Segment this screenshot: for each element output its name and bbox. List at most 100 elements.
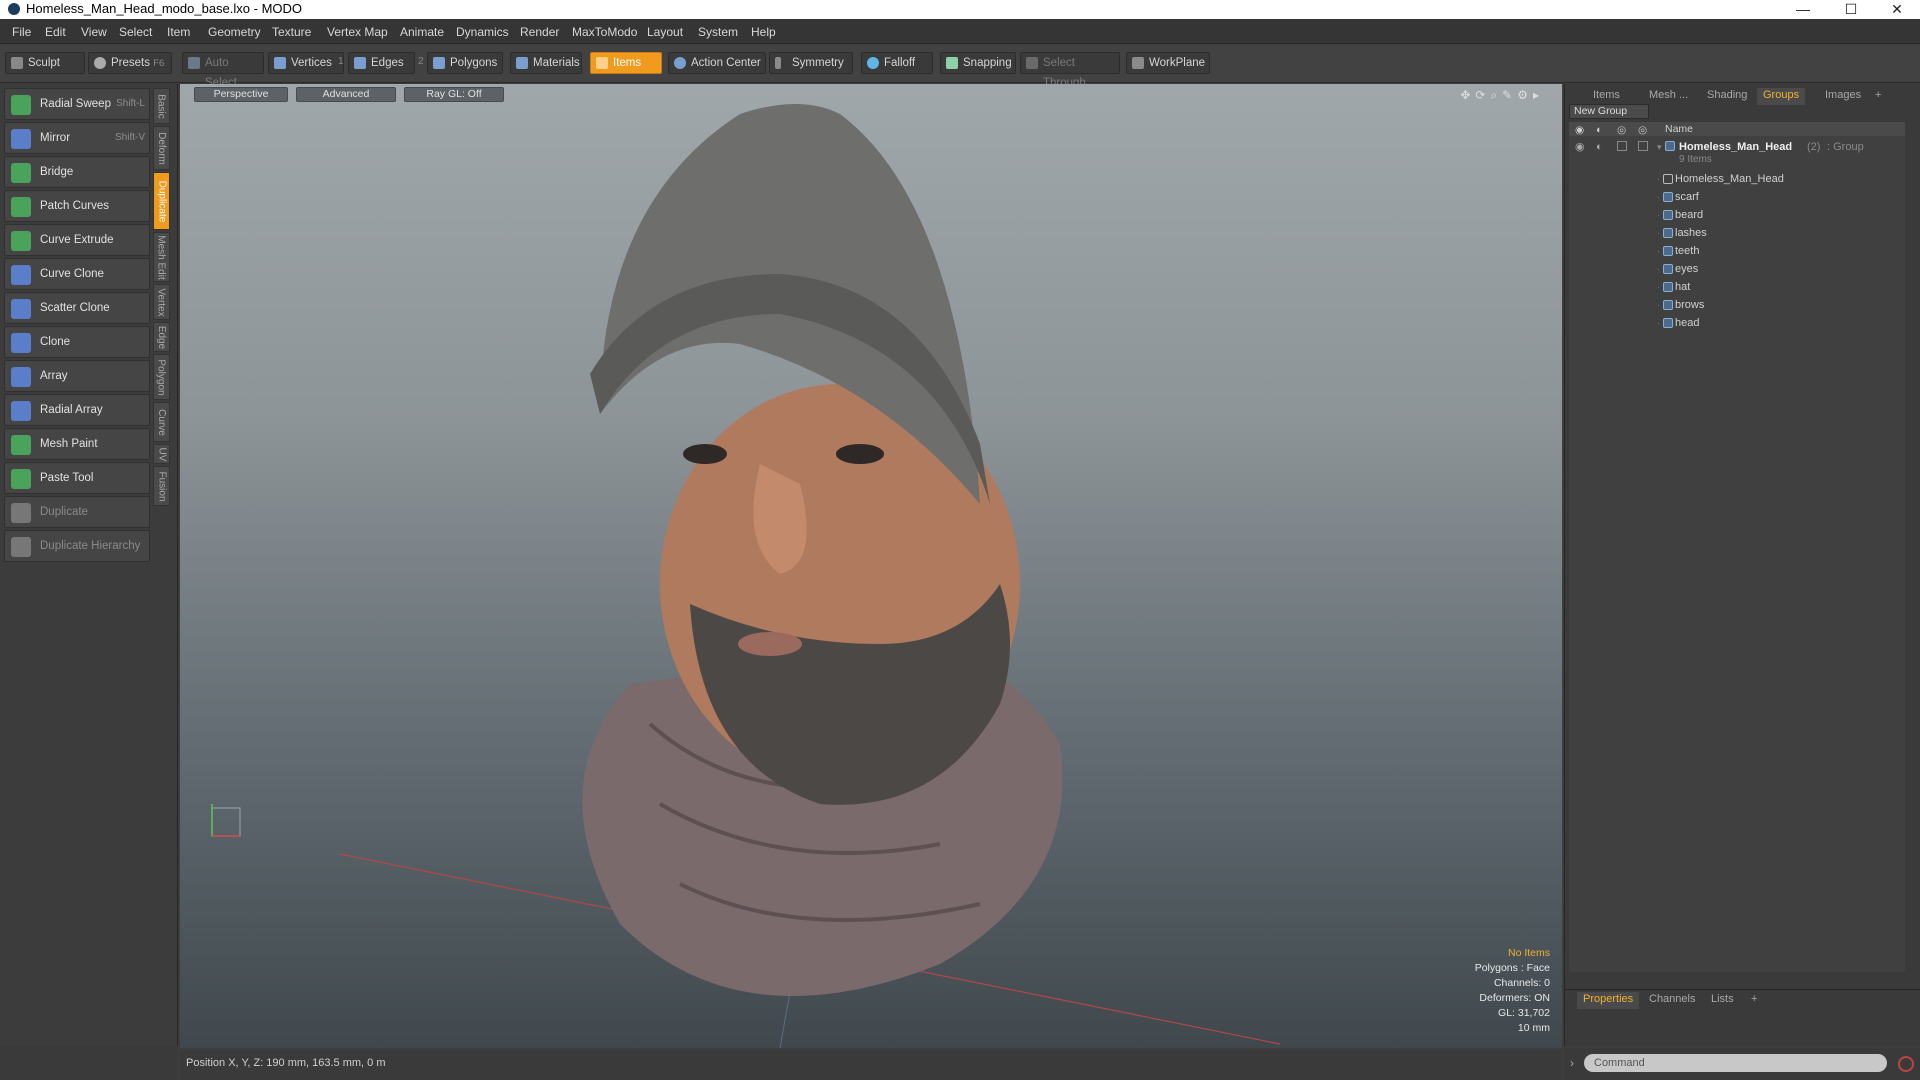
render-icon[interactable]: ◐: [1596, 138, 1603, 156]
tool-paste-tool-button[interactable]: Paste Tool: [4, 462, 150, 494]
snapping-button[interactable]: Snapping: [940, 52, 1016, 74]
tab-items[interactable]: Items: [1587, 88, 1626, 105]
tab-lists[interactable]: Lists: [1705, 992, 1740, 1009]
tab-shading[interactable]: Shading: [1701, 88, 1753, 105]
list-item[interactable]: · teeth: [1569, 242, 1905, 260]
tab-add[interactable]: +: [1869, 88, 1887, 105]
new-group-button[interactable]: New Group: [1569, 104, 1649, 119]
lips-mesh: [738, 632, 802, 656]
tool-scatter-clone-button[interactable]: Scatter Clone: [4, 292, 150, 324]
tool-clone-button[interactable]: Clone: [4, 326, 150, 358]
menu-system[interactable]: System: [698, 25, 738, 39]
vtab-polygon[interactable]: Polygon: [153, 354, 170, 400]
3d-viewport[interactable]: Perspective Advanced Ray GL: Off ✥⟳⌕✎⚙▸ …: [180, 84, 1562, 1048]
lock-toggle[interactable]: [1617, 141, 1627, 151]
menu-vertex-map[interactable]: Vertex Map: [327, 25, 388, 39]
list-item[interactable]: · head: [1569, 314, 1905, 332]
tool-bridge-button[interactable]: Bridge: [4, 156, 150, 188]
close-button[interactable]: ✕: [1874, 0, 1920, 19]
sculpt-button[interactable]: Sculpt: [5, 52, 85, 74]
edges-key-number: 2: [418, 56, 424, 67]
record-icon[interactable]: [1898, 1056, 1914, 1072]
tool-curve-extrude-button[interactable]: Curve Extrude: [4, 224, 150, 256]
items-mode-button[interactable]: Items: [590, 52, 662, 74]
groups-list: ◉ ◐ ▾ Homeless_Man_Head (2) : Group 9 It…: [1569, 136, 1905, 972]
workplane-button[interactable]: WorkPlane: [1126, 52, 1210, 74]
visibility-icon[interactable]: ◉: [1575, 138, 1585, 156]
minimize-button[interactable]: —: [1780, 0, 1826, 19]
tab-groups[interactable]: Groups: [1757, 88, 1806, 105]
menu-edit[interactable]: Edit: [45, 25, 66, 39]
tab-channels[interactable]: Channels: [1643, 992, 1701, 1009]
tool-curve-clone-button[interactable]: Curve Clone: [4, 258, 150, 290]
tab-add-bottom[interactable]: +: [1745, 992, 1763, 1009]
tab-mesh[interactable]: Mesh ...: [1643, 88, 1694, 105]
command-input[interactable]: Command: [1584, 1054, 1887, 1072]
raygl-button[interactable]: Ray GL: Off: [404, 87, 504, 102]
vtab-duplicate[interactable]: Duplicate: [153, 172, 170, 230]
tab-properties[interactable]: Properties: [1577, 992, 1640, 1009]
menu-animate[interactable]: Animate: [400, 25, 444, 39]
menu-bar: File Edit View Select Item Geometry Text…: [0, 19, 1920, 44]
materials-label: Materials: [533, 57, 580, 69]
presets-button[interactable]: Presets F6: [88, 52, 172, 74]
menu-maxtomodo[interactable]: MaxToModo: [572, 25, 637, 39]
auto-select-button[interactable]: Auto Select: [182, 52, 264, 89]
list-item[interactable]: · lashes: [1569, 224, 1905, 242]
tool-patch-curves-button[interactable]: Patch Curves: [4, 190, 150, 222]
menu-file[interactable]: File: [12, 25, 31, 39]
list-item[interactable]: · brows: [1569, 296, 1905, 314]
snapping-icon: [946, 57, 958, 69]
shading-advanced-button[interactable]: Advanced: [296, 87, 396, 102]
maximize-button[interactable]: ☐: [1828, 0, 1874, 19]
tool-mesh-paint-button[interactable]: Mesh Paint: [4, 428, 150, 460]
edges-button[interactable]: Edges: [348, 52, 415, 74]
list-item[interactable]: · scarf: [1569, 188, 1905, 206]
tab-images[interactable]: Images: [1819, 88, 1867, 105]
action-center-button[interactable]: Action Center: [668, 52, 766, 74]
mesh-icon: [1663, 264, 1673, 274]
polygons-button[interactable]: Polygons: [427, 52, 503, 74]
list-item[interactable]: · eyes: [1569, 260, 1905, 278]
tool-mirror-button[interactable]: Mirror Shift-V: [4, 122, 150, 154]
list-item[interactable]: · beard: [1569, 206, 1905, 224]
symmetry-button[interactable]: Symmetry: [769, 52, 853, 74]
vtab-fusion[interactable]: Fusion: [153, 466, 170, 506]
select-toggle[interactable]: [1638, 141, 1648, 151]
falloff-button[interactable]: Falloff: [861, 52, 933, 74]
vtab-vertex[interactable]: Vertex: [153, 284, 170, 320]
name-column-header[interactable]: Name: [1665, 122, 1693, 136]
vtab-deform[interactable]: Deform: [153, 126, 170, 170]
vtab-uv[interactable]: UV: [153, 444, 170, 464]
view-perspective-button[interactable]: Perspective: [194, 87, 288, 102]
tool-duplicate-hierarchy-button[interactable]: Duplicate Hierarchy: [4, 530, 150, 562]
mesh-icon: [1663, 192, 1673, 202]
menu-texture[interactable]: Texture: [272, 25, 311, 39]
tool-radial-sweep-button[interactable]: Radial Sweep Shift-L: [4, 88, 150, 120]
vtab-edge[interactable]: Edge: [153, 322, 170, 352]
materials-button[interactable]: Materials: [510, 52, 582, 74]
list-item[interactable]: · Homeless_Man_Head: [1569, 170, 1905, 188]
vertices-button[interactable]: Vertices: [268, 52, 344, 74]
tool-array-button[interactable]: Array: [4, 360, 150, 392]
menu-select[interactable]: Select: [119, 25, 152, 39]
vtab-mesh-edit[interactable]: Mesh Edit: [153, 232, 170, 282]
collapse-icon[interactable]: ▾: [1657, 138, 1662, 156]
list-item[interactable]: · hat: [1569, 278, 1905, 296]
menu-render[interactable]: Render: [520, 25, 559, 39]
select-through-button[interactable]: Select Through: [1020, 52, 1120, 89]
vtab-basic[interactable]: Basic: [153, 88, 170, 124]
menu-help[interactable]: Help: [751, 25, 776, 39]
menu-dynamics[interactable]: Dynamics: [456, 25, 509, 39]
menu-geometry[interactable]: Geometry: [208, 25, 261, 39]
tool-radial-array-button[interactable]: Radial Array: [4, 394, 150, 426]
group-row[interactable]: ◉ ◐ ▾ Homeless_Man_Head (2) : Group 9 It…: [1569, 138, 1905, 168]
snapping-label: Snapping: [963, 57, 1012, 69]
tree-line-icon: ·: [1657, 318, 1660, 328]
tool-duplicate-button[interactable]: Duplicate: [4, 496, 150, 528]
viewport-nav-icons[interactable]: ✥⟳⌕✎⚙▸: [1460, 88, 1544, 103]
vtab-curve[interactable]: Curve: [153, 402, 170, 442]
menu-layout[interactable]: Layout: [647, 25, 683, 39]
menu-item[interactable]: Item: [167, 25, 190, 39]
menu-view[interactable]: View: [81, 25, 107, 39]
